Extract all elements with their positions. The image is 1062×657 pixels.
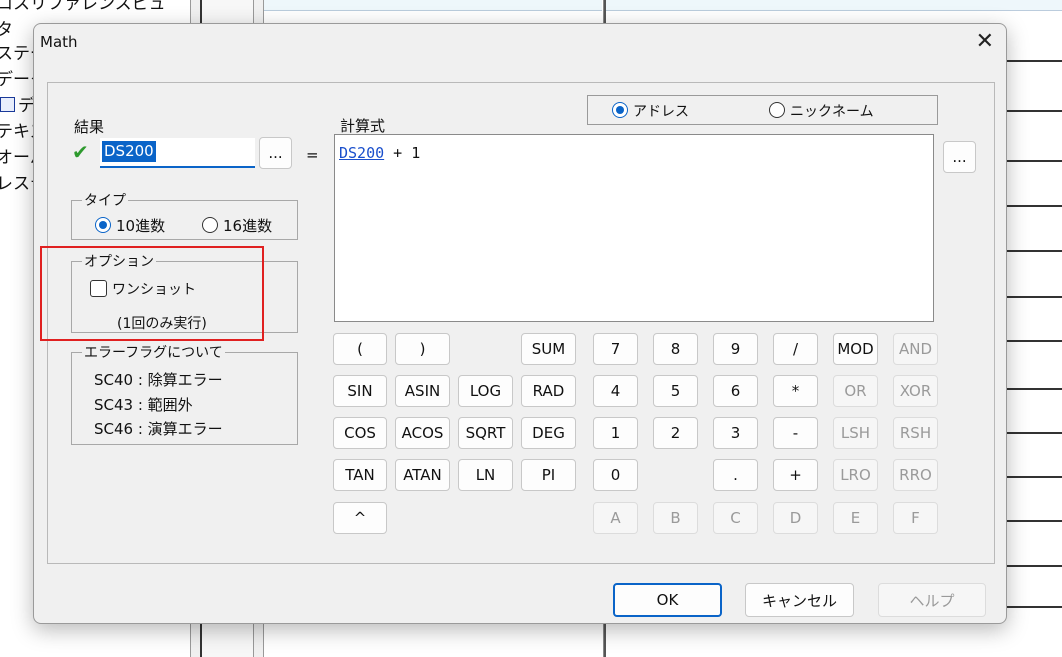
key-power-button[interactable]: ^ — [333, 502, 387, 534]
background-rung — [1006, 565, 1062, 567]
key-plus-button[interactable]: + — [773, 459, 818, 491]
help-button[interactable]: ヘルプ — [878, 583, 986, 617]
dialog-title: Math — [40, 33, 78, 51]
key-cos-button[interactable]: COS — [333, 417, 387, 449]
formula-label: 計算式 — [340, 117, 386, 135]
decimal-radio-label: 10進数 — [116, 217, 166, 235]
key-mod-button[interactable]: MOD — [833, 333, 878, 365]
key-rad-button[interactable]: RAD — [521, 375, 576, 407]
hex-radio-label: 16進数 — [223, 217, 273, 235]
key-1-button[interactable]: 1 — [593, 417, 638, 449]
nickname-radio[interactable] — [769, 102, 785, 118]
nickname-radio-label: ニックネーム — [790, 104, 874, 120]
key-hex-b-button[interactable]: B — [653, 502, 698, 534]
equals-sign: = — [306, 146, 319, 164]
background-rung — [1006, 520, 1062, 522]
background-row-strip — [264, 0, 602, 11]
key-6-button[interactable]: 6 — [713, 375, 758, 407]
key-log-button[interactable]: LOG — [458, 375, 513, 407]
key-7-button[interactable]: 7 — [593, 333, 638, 365]
formula-textarea[interactable]: DS200 + 1 — [334, 134, 934, 322]
key-8-button[interactable]: 8 — [653, 333, 698, 365]
key-xor-button[interactable]: XOR — [893, 375, 938, 407]
result-input-value: DS200 — [102, 141, 156, 162]
tree-item[interactable]: ロスリファレンスビュ — [0, 0, 166, 16]
address-radio[interactable] — [612, 102, 628, 118]
key-9-button[interactable]: 9 — [713, 333, 758, 365]
key-hex-e-button[interactable]: E — [833, 502, 878, 534]
background-rung — [1006, 432, 1062, 434]
result-label: 結果 — [74, 118, 105, 136]
background-row-strip — [606, 0, 1062, 11]
formula-browse-button[interactable]: ... — [943, 141, 976, 173]
key-hex-f-button[interactable]: F — [893, 502, 938, 534]
highlight-annotation-box — [40, 246, 264, 341]
cancel-button[interactable]: キャンセル — [745, 583, 854, 617]
key-and-button[interactable]: AND — [893, 333, 938, 365]
background-rung — [1006, 160, 1062, 162]
background-rung — [1006, 340, 1062, 342]
background-rung — [1006, 110, 1062, 112]
key-rsh-button[interactable]: RSH — [893, 417, 938, 449]
address-mode-group: アドレス ニックネーム — [587, 95, 938, 125]
key-tan-button[interactable]: TAN — [333, 459, 387, 491]
key-sin-button[interactable]: SIN — [333, 375, 387, 407]
address-radio-label: アドレス — [633, 104, 689, 120]
key-3-button[interactable]: 3 — [713, 417, 758, 449]
math-dialog: Math ✕ アドレス ニックネーム 結果 ✔ DS200 ... = 計算式 … — [33, 23, 1007, 624]
formula-operand-link[interactable]: DS200 — [339, 144, 384, 162]
tree-item[interactable]: タ — [0, 18, 13, 42]
key-sqrt-button[interactable]: SQRT — [458, 417, 513, 449]
key-4-button[interactable]: 4 — [593, 375, 638, 407]
result-browse-button[interactable]: ... — [259, 137, 292, 169]
key-hex-c-button[interactable]: C — [713, 502, 758, 534]
background-rung — [1006, 60, 1062, 62]
key-ln-button[interactable]: LN — [458, 459, 513, 491]
key-minus-button[interactable]: - — [773, 417, 818, 449]
key-2-button[interactable]: 2 — [653, 417, 698, 449]
hex-radio[interactable] — [202, 217, 218, 233]
key-sum-button[interactable]: SUM — [521, 333, 576, 365]
key-lsh-button[interactable]: LSH — [833, 417, 878, 449]
key-close-paren-button[interactable]: ) — [395, 333, 450, 365]
key-hex-d-button[interactable]: D — [773, 502, 818, 534]
error-flag-line: SC43 : 範囲外 — [94, 396, 193, 414]
formula-expression: + 1 — [384, 144, 421, 162]
dialog-titlebar[interactable]: Math ✕ — [34, 24, 1006, 62]
close-icon[interactable]: ✕ — [976, 29, 994, 55]
ok-button[interactable]: OK — [613, 583, 722, 617]
key-5-button[interactable]: 5 — [653, 375, 698, 407]
key-rro-button[interactable]: RRO — [893, 459, 938, 491]
table-icon — [0, 97, 15, 112]
key-lro-button[interactable]: LRO — [833, 459, 878, 491]
key-hex-a-button[interactable]: A — [593, 502, 638, 534]
background-rung — [1006, 250, 1062, 252]
background-rung — [1006, 296, 1062, 298]
type-group-legend: タイプ — [82, 190, 128, 210]
key-0-button[interactable]: 0 — [593, 459, 638, 491]
checkmark-icon: ✔ — [72, 140, 89, 164]
background-rung — [1006, 388, 1062, 390]
background-rung — [1006, 606, 1062, 608]
background-rung — [1006, 205, 1062, 207]
decimal-radio[interactable] — [95, 217, 111, 233]
key-decimal-point-button[interactable]: . — [713, 459, 758, 491]
background-rung — [1006, 476, 1062, 478]
key-deg-button[interactable]: DEG — [521, 417, 576, 449]
key-acos-button[interactable]: ACOS — [395, 417, 450, 449]
error-flag-line: SC46 : 演算エラー — [94, 420, 223, 438]
key-multiply-button[interactable]: * — [773, 375, 818, 407]
key-or-button[interactable]: OR — [833, 375, 878, 407]
error-flag-line: SC40 : 除算エラー — [94, 371, 223, 389]
error-flag-legend: エラーフラグについて — [82, 342, 225, 362]
type-group: タイプ 10進数 16進数 — [71, 190, 298, 240]
tree-item[interactable]: デ — [0, 94, 35, 118]
key-open-paren-button[interactable]: ( — [333, 333, 387, 365]
key-pi-button[interactable]: PI — [521, 459, 576, 491]
key-atan-button[interactable]: ATAN — [395, 459, 450, 491]
key-divide-button[interactable]: / — [773, 333, 818, 365]
key-asin-button[interactable]: ASIN — [395, 375, 450, 407]
